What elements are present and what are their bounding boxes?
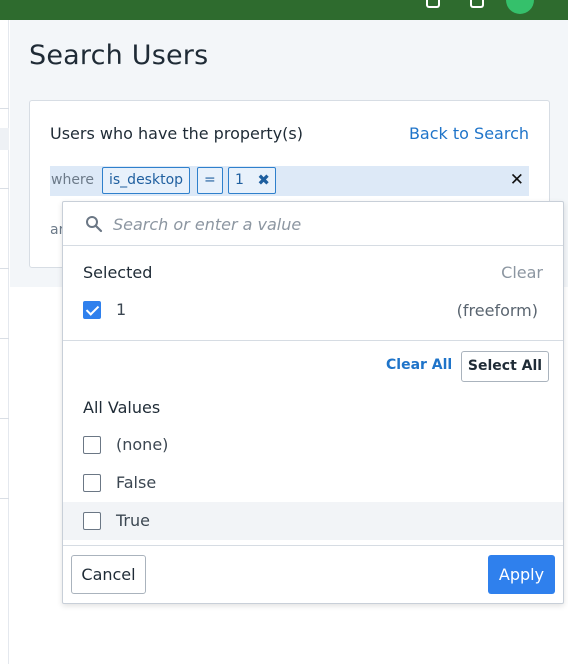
property-chip[interactable]: is_desktop	[102, 167, 191, 194]
value-option-checkbox[interactable]	[83, 436, 101, 454]
remove-filter-icon[interactable]: ✕	[510, 170, 524, 190]
value-option[interactable]: False	[63, 464, 563, 502]
value-chip-label: 1	[235, 172, 244, 188]
value-option-label: False	[116, 473, 157, 492]
search-icon	[86, 216, 103, 233]
clear-selected-link[interactable]: Clear	[501, 263, 543, 282]
remove-value-icon[interactable]: ✖	[257, 168, 270, 193]
sidebar-divider	[0, 338, 9, 339]
sidebar-divider	[0, 498, 9, 499]
operator-chip[interactable]: =	[197, 167, 223, 194]
selected-section-title: Selected	[83, 263, 153, 282]
sidebar-active-row	[0, 128, 9, 150]
value-option[interactable]: True	[63, 502, 563, 540]
sidebar-divider	[0, 108, 9, 109]
inbox-icon[interactable]	[470, 0, 484, 8]
cancel-button[interactable]: Cancel	[71, 555, 146, 594]
footer-divider	[63, 545, 563, 546]
selected-item-label: 1	[116, 300, 127, 319]
value-option-checkbox[interactable]	[83, 474, 101, 492]
value-option-label: True	[116, 511, 150, 530]
apps-icon[interactable]	[426, 0, 440, 8]
where-label: where	[51, 172, 94, 188]
sidebar-divider	[0, 418, 9, 419]
value-chip[interactable]: 1 ✖	[228, 167, 276, 194]
clear-all-link[interactable]: Clear All	[386, 357, 452, 373]
filter-row: where is_desktop = 1 ✖ ✕	[50, 166, 529, 196]
back-to-search-link[interactable]: Back to Search	[409, 124, 529, 143]
sidebar-rail	[0, 20, 9, 664]
panel-heading: Users who have the property(s)	[50, 124, 303, 143]
sidebar-divider	[0, 188, 9, 189]
freeform-tag: (freeform)	[456, 301, 538, 320]
section-divider	[63, 340, 563, 341]
selected-item-checkbox[interactable]	[83, 301, 101, 319]
value-option-checkbox[interactable]	[83, 512, 101, 530]
value-option[interactable]: (none)	[63, 426, 563, 464]
value-picker-dropdown: Selected Clear 1 (freeform) Clear All Se…	[62, 201, 564, 604]
select-all-button[interactable]: Select All	[461, 351, 549, 382]
top-nav-bar	[0, 0, 568, 20]
value-search-input[interactable]	[113, 210, 543, 238]
value-search-bar	[63, 202, 563, 246]
page-title: Search Users	[29, 40, 209, 71]
avatar[interactable]	[506, 0, 534, 14]
value-option-label: (none)	[116, 435, 169, 454]
apply-button[interactable]: Apply	[488, 555, 555, 594]
sidebar-divider	[0, 268, 9, 269]
all-values-section-title: All Values	[83, 398, 161, 417]
